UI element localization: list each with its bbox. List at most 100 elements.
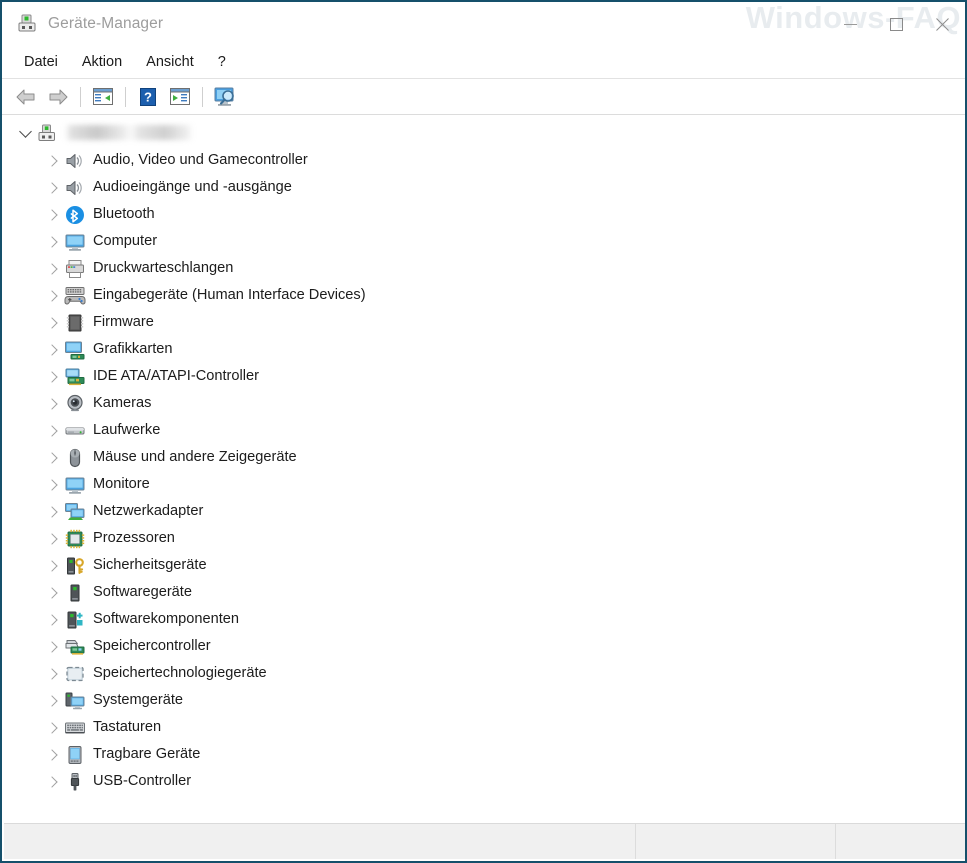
tree-item[interactable]: USB-Controller [4,768,965,795]
chevron-right-icon [46,748,58,761]
expander-2[interactable] [42,208,64,221]
status-bar [4,823,965,859]
expander-16[interactable] [42,586,64,599]
expander-7[interactable] [42,343,64,356]
tree-item[interactable]: Bluetooth [4,201,965,228]
device-tree[interactable]: Audio, Video und Gamecontroller Audioeing… [4,119,965,825]
maximize-button[interactable] [873,2,919,46]
tree-item-label: Mäuse und andere Zeigegeräte [93,449,297,466]
properties-button[interactable] [164,82,196,112]
expander-14[interactable] [42,532,64,545]
tree-item-label: IDE ATA/ATAPI-Controller [93,368,259,385]
chevron-right-icon [46,478,58,491]
expander-6[interactable] [42,316,64,329]
help-icon: ? [140,87,156,106]
expander-19[interactable] [42,667,64,680]
tree-item[interactable]: Eingabegeräte (Human Interface Devices) [4,282,965,309]
maximize-icon [889,17,903,31]
tree-root-row[interactable] [4,120,965,147]
back-button[interactable] [10,82,42,112]
tree-item[interactable]: Grafikkarten [4,336,965,363]
toolbar-separator-3 [202,86,203,107]
tree-item-label: Audio, Video und Gamecontroller [93,152,308,169]
expander-20[interactable] [42,694,64,707]
expander-15[interactable] [42,559,64,572]
tree-item-label: Tastaturen [93,719,162,736]
tree-item[interactable]: Laufwerke [4,417,965,444]
chevron-right-icon [46,505,58,518]
tree-item[interactable]: Speichercontroller [4,633,965,660]
software-device-icon [64,582,86,604]
minimize-button[interactable] [827,2,873,46]
expander-13[interactable] [42,505,64,518]
expander-0[interactable] [42,154,64,167]
tree-item[interactable]: Kameras [4,390,965,417]
close-button[interactable] [919,2,965,46]
title-bar: Geräte-Manager Windows-FAQ [2,2,965,46]
tree-item[interactable]: Druckwarteschlangen [4,255,965,282]
menu-item-ansicht[interactable]: Ansicht [134,51,206,73]
network-adapter-icon [64,501,86,523]
expander-21[interactable] [42,721,64,734]
camera-icon [64,393,86,415]
expander-18[interactable] [42,640,64,653]
usb-icon [64,771,86,793]
tree-item[interactable]: IDE ATA/ATAPI-Controller [4,363,965,390]
show-hide-console-tree-button[interactable] [87,82,119,112]
chevron-right-icon [46,208,58,221]
chevron-right-icon [46,316,58,329]
tree-item[interactable]: Audioeingänge und -ausgänge [4,174,965,201]
tree-item[interactable]: Netzwerkadapter [4,498,965,525]
help-button[interactable]: ? [132,82,164,112]
chevron-right-icon [46,451,58,464]
menu-item-datei[interactable]: Datei [12,51,70,73]
tree-item[interactable]: Computer [4,228,965,255]
svg-text:?: ? [144,89,152,104]
expander-9[interactable] [42,397,64,410]
expander-23[interactable] [42,775,64,788]
expander-root[interactable] [14,125,36,138]
tree-item[interactable]: Prozessoren [4,525,965,552]
tree-item[interactable]: Sicherheitsgeräte [4,552,965,579]
tree-item[interactable]: Softwaregeräte [4,579,965,606]
chevron-right-icon [46,694,58,707]
menu-item-hilfe[interactable]: ? [206,51,238,73]
scan-hardware-changes-button[interactable] [209,82,241,112]
expander-17[interactable] [42,613,64,626]
tree-item-label: Speichercontroller [93,638,211,655]
tree-item[interactable]: Audio, Video und Gamecontroller [4,147,965,174]
expander-8[interactable] [42,370,64,383]
expander-22[interactable] [42,748,64,761]
forward-button[interactable] [42,82,74,112]
menu-item-aktion[interactable]: Aktion [70,51,134,73]
status-pane-three [836,824,965,859]
chevron-right-icon [46,343,58,356]
cpu-icon [64,528,86,550]
back-arrow-icon [16,89,35,104]
expander-5[interactable] [42,289,64,302]
tree-item[interactable]: Systemgeräte [4,687,965,714]
printer-icon [64,258,86,280]
expander-11[interactable] [42,451,64,464]
tree-item[interactable]: Speichertechnologiegeräte [4,660,965,687]
chevron-right-icon [46,775,58,788]
chevron-right-icon [46,559,58,572]
window-title: Geräte-Manager [48,15,164,32]
expander-3[interactable] [42,235,64,248]
tree-item[interactable]: Monitore [4,471,965,498]
chevron-right-icon [46,667,58,680]
keyboard-icon [64,717,86,739]
expander-10[interactable] [42,424,64,437]
tree-item[interactable]: Softwarekomponenten [4,606,965,633]
tree-item[interactable]: Tragbare Geräte [4,741,965,768]
tree-item-label: Druckwarteschlangen [93,260,234,277]
expander-1[interactable] [42,181,64,194]
firmware-chip-icon [64,312,86,334]
tree-item[interactable]: Tastaturen [4,714,965,741]
expander-4[interactable] [42,262,64,275]
chevron-right-icon [46,397,58,410]
expander-12[interactable] [42,478,64,491]
tree-item[interactable]: Firmware [4,309,965,336]
tree-item[interactable]: Mäuse und andere Zeigegeräte [4,444,965,471]
window-controls [827,2,965,46]
